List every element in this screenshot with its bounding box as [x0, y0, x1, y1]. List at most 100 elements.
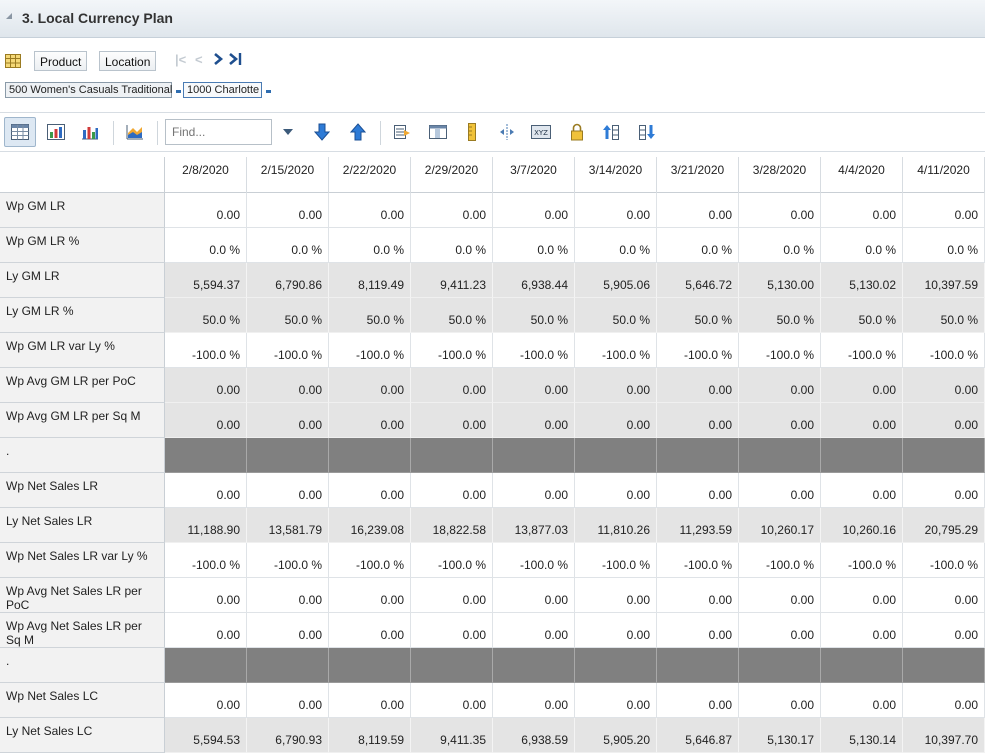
grid-cell[interactable]: 0.00	[821, 368, 903, 403]
chart-grid-icon[interactable]	[45, 121, 67, 143]
grid-cell[interactable]: -100.0 %	[575, 543, 657, 578]
grid-cell[interactable]: 0.00	[657, 613, 739, 648]
grid-cell[interactable]: 0.00	[739, 368, 821, 403]
grid-cell[interactable]: 0.00	[247, 578, 329, 613]
grid-cell[interactable]: 0.00	[329, 578, 411, 613]
grid-cell[interactable]: 0.00	[575, 683, 657, 718]
grid-cell[interactable]: -100.0 %	[739, 543, 821, 578]
grid-view-icon[interactable]	[4, 117, 36, 147]
grid-cell[interactable]	[739, 438, 821, 473]
grid-cell[interactable]: 0.0 %	[247, 228, 329, 263]
grid-cell[interactable]	[329, 648, 411, 683]
arrow-up-icon[interactable]	[347, 121, 369, 143]
grid-cell[interactable]: 0.00	[493, 578, 575, 613]
grid-cell[interactable]: 9,411.35	[411, 718, 493, 753]
grid-cell[interactable]	[411, 438, 493, 473]
grid-cell[interactable]: 0.0 %	[739, 228, 821, 263]
grid-cell[interactable]: -100.0 %	[411, 543, 493, 578]
grid-cell[interactable]: 5,905.20	[575, 718, 657, 753]
grid-cell[interactable]: 0.00	[493, 403, 575, 438]
arrow-down-icon[interactable]	[311, 121, 333, 143]
grid-cell[interactable]: 0.00	[903, 578, 985, 613]
grid-cell[interactable]: 0.00	[657, 473, 739, 508]
grid-cell[interactable]: 0.00	[739, 683, 821, 718]
grid-cell[interactable]	[493, 648, 575, 683]
next-page-icon[interactable]	[212, 52, 224, 66]
grid-cell[interactable]: 0.00	[247, 193, 329, 228]
grid-cell[interactable]: 0.00	[575, 473, 657, 508]
grid-cell[interactable]: 50.0 %	[165, 298, 247, 333]
grid-cell[interactable]: 0.00	[575, 368, 657, 403]
grid-cell[interactable]: 0.0 %	[575, 228, 657, 263]
grid-cell[interactable]: 18,822.58	[411, 508, 493, 543]
grid-cell[interactable]: 11,293.59	[657, 508, 739, 543]
grid-cell[interactable]: 11,188.90	[165, 508, 247, 543]
grid-cell[interactable]: 16,239.08	[329, 508, 411, 543]
table-icon[interactable]	[5, 54, 21, 68]
grid-cell[interactable]: 0.0 %	[657, 228, 739, 263]
grid-cell[interactable]: 0.00	[329, 683, 411, 718]
grid-cell[interactable]: -100.0 %	[903, 333, 985, 368]
grid-cell[interactable]: 5,130.02	[821, 263, 903, 298]
grid-cell[interactable]: 5,594.53	[165, 718, 247, 753]
grid-cell[interactable]: 0.00	[903, 613, 985, 648]
grid-cell[interactable]: 5,130.00	[739, 263, 821, 298]
grid-cell[interactable]: -100.0 %	[575, 333, 657, 368]
grid-cell[interactable]: 0.00	[821, 683, 903, 718]
grid-cell[interactable]: 0.0 %	[329, 228, 411, 263]
grid-cell[interactable]: 0.00	[575, 578, 657, 613]
grid-cell[interactable]	[657, 438, 739, 473]
export-icon[interactable]	[391, 121, 413, 143]
lock-icon[interactable]	[566, 121, 588, 143]
grid-cell[interactable]: 6,938.59	[493, 718, 575, 753]
grid-cell[interactable]	[411, 648, 493, 683]
grid-cell[interactable]: -100.0 %	[247, 333, 329, 368]
grid-cell[interactable]	[903, 438, 985, 473]
grid-cell[interactable]: 0.00	[739, 403, 821, 438]
column-header[interactable]: 2/22/2020	[329, 157, 411, 193]
grid-cell[interactable]: -100.0 %	[903, 543, 985, 578]
grid-cell[interactable]	[575, 438, 657, 473]
grid-cell[interactable]: 0.00	[493, 613, 575, 648]
grid-cell[interactable]: 0.00	[657, 578, 739, 613]
grid-cell[interactable]	[247, 648, 329, 683]
find-input[interactable]	[165, 119, 272, 145]
grid-cell[interactable]: 50.0 %	[247, 298, 329, 333]
grid-cell[interactable]: 0.00	[329, 193, 411, 228]
grid-cell[interactable]: 50.0 %	[903, 298, 985, 333]
grid-cell[interactable]: 0.00	[165, 613, 247, 648]
column-header[interactable]: 4/11/2020	[903, 157, 985, 193]
grid-cell[interactable]: 10,260.16	[821, 508, 903, 543]
grid-cell[interactable]: 0.00	[165, 473, 247, 508]
chart-icon[interactable]	[79, 121, 101, 143]
grid-cell[interactable]: 0.00	[411, 473, 493, 508]
grid-cell[interactable]: -100.0 %	[165, 543, 247, 578]
grid-cell[interactable]	[247, 438, 329, 473]
grid-cell[interactable]	[165, 648, 247, 683]
grid-cell[interactable]: 50.0 %	[329, 298, 411, 333]
grid-cell[interactable]: 0.00	[903, 193, 985, 228]
grid-cell[interactable]: 0.00	[247, 368, 329, 403]
grid-cell[interactable]: -100.0 %	[411, 333, 493, 368]
grid-cell[interactable]: 50.0 %	[411, 298, 493, 333]
grid-cell[interactable]: -100.0 %	[821, 333, 903, 368]
grid-cell[interactable]: 10,397.59	[903, 263, 985, 298]
grid-cell[interactable]: 6,790.86	[247, 263, 329, 298]
grid-cell[interactable]: -100.0 %	[657, 333, 739, 368]
grid-cell[interactable]: 50.0 %	[739, 298, 821, 333]
grid-cell[interactable]: 0.00	[165, 193, 247, 228]
product-button[interactable]: Product	[34, 51, 88, 71]
grid-cell[interactable]: 13,877.03	[493, 508, 575, 543]
grid-cell[interactable]: 50.0 %	[821, 298, 903, 333]
grid-cell[interactable]: -100.0 %	[165, 333, 247, 368]
grid-cell[interactable]: 5,905.06	[575, 263, 657, 298]
grid-cell[interactable]: 0.00	[247, 613, 329, 648]
grid-cell[interactable]: -100.0 %	[493, 333, 575, 368]
grid-cell[interactable]: 50.0 %	[657, 298, 739, 333]
grid-cell[interactable]: 0.00	[903, 368, 985, 403]
grid-cell[interactable]: 0.00	[165, 368, 247, 403]
grid-cell[interactable]: 0.00	[411, 368, 493, 403]
grid-cell[interactable]	[493, 438, 575, 473]
area-chart-icon[interactable]	[124, 121, 146, 143]
grid-cell[interactable]: 0.00	[739, 473, 821, 508]
